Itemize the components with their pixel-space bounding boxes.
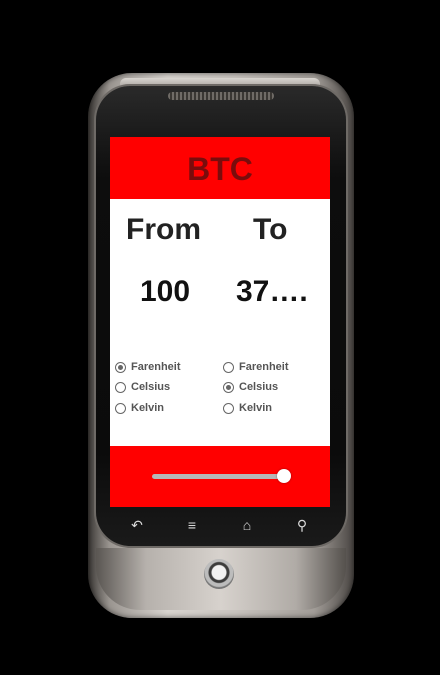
back-icon[interactable]: ↶ bbox=[126, 516, 148, 534]
radio-icon[interactable] bbox=[223, 402, 234, 414]
app-title: BTC bbox=[187, 151, 253, 187]
radio-icon[interactable] bbox=[115, 381, 126, 393]
radio-label: Farenheit bbox=[131, 361, 181, 373]
app-screen: BTC From To 100 37…. Farenheit Celsius K… bbox=[110, 137, 330, 507]
radio-label: Kelvin bbox=[239, 402, 273, 414]
radio-icon[interactable] bbox=[115, 402, 126, 414]
home-icon[interactable]: ⌂ bbox=[236, 516, 258, 534]
to-unit-celsius[interactable]: Celsius bbox=[223, 379, 278, 395]
earpiece-grille bbox=[168, 92, 274, 100]
home-button[interactable] bbox=[204, 559, 234, 589]
radio-label: Celsius bbox=[131, 381, 171, 393]
radio-label: Celsius bbox=[239, 381, 279, 393]
from-label: From bbox=[126, 213, 201, 246]
from-unit-celsius[interactable]: Celsius bbox=[115, 379, 170, 395]
to-label: To bbox=[253, 213, 288, 246]
menu-icon[interactable]: ≡ bbox=[181, 516, 203, 534]
to-unit-farenheit[interactable]: Farenheit bbox=[223, 359, 289, 375]
radio-label: Farenheit bbox=[239, 361, 289, 373]
radio-icon[interactable] bbox=[223, 361, 234, 373]
search-icon[interactable]: ⚲ bbox=[291, 516, 313, 534]
from-value[interactable]: 100 bbox=[140, 275, 190, 309]
value-slider-track[interactable] bbox=[152, 474, 286, 479]
radio-selected-icon[interactable] bbox=[115, 361, 126, 373]
radio-selected-icon[interactable] bbox=[223, 381, 234, 393]
title-bar: BTC bbox=[110, 137, 330, 199]
from-unit-kelvin[interactable]: Kelvin bbox=[115, 400, 164, 416]
to-value: 37…. bbox=[236, 275, 308, 308]
value-slider-thumb[interactable] bbox=[277, 469, 291, 483]
from-unit-farenheit[interactable]: Farenheit bbox=[115, 359, 181, 375]
radio-label: Kelvin bbox=[131, 402, 165, 414]
to-unit-kelvin[interactable]: Kelvin bbox=[223, 400, 272, 416]
